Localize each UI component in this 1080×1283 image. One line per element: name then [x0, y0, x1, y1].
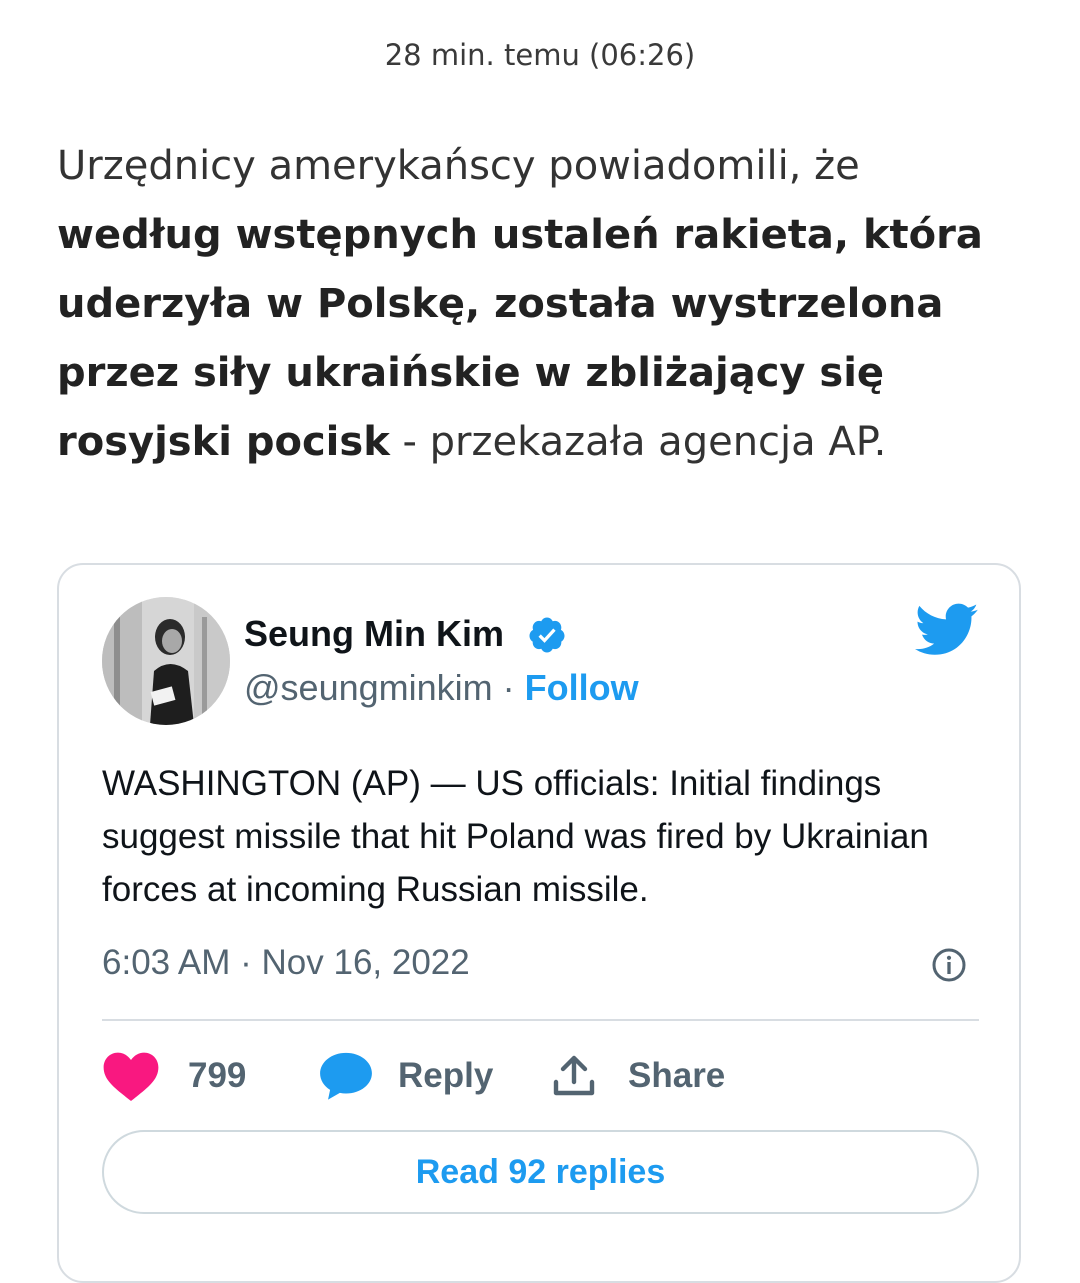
tweet-time[interactable]: 6:03 AM · Nov 16, 2022 — [102, 943, 470, 983]
tweet-actions: 799 Reply Share — [102, 1051, 982, 1101]
embedded-tweet-card[interactable]: Seung Min Kim @seungminkim · Follow WASH… — [57, 563, 1021, 1283]
read-replies-button[interactable]: Read 92 replies — [102, 1130, 979, 1214]
verified-badge-icon — [529, 617, 565, 653]
info-icon[interactable] — [931, 947, 967, 983]
share-label: Share — [628, 1056, 726, 1095]
article-text: Urzędnicy amerykańscy powiadomili, że we… — [57, 132, 1037, 477]
tweet-author-name[interactable]: Seung Min Kim — [244, 613, 504, 655]
speech-bubble-icon — [320, 1052, 372, 1100]
separator-dot: · — [492, 667, 525, 708]
article-text-outro: - przekazała agencja AP. — [389, 419, 887, 465]
tweet-handle[interactable]: @seungminkim — [244, 667, 493, 708]
heart-icon — [103, 1052, 159, 1101]
like-count: 799 — [188, 1056, 247, 1095]
divider — [102, 1019, 979, 1021]
avatar[interactable] — [102, 597, 230, 725]
share-button[interactable]: Share — [550, 1051, 725, 1101]
tweet-text: WASHINGTON (AP) — US officials: Initial … — [102, 764, 929, 909]
follow-button[interactable]: Follow — [525, 667, 639, 708]
tweet-handle-row: @seungminkim · Follow — [244, 667, 639, 709]
reply-button[interactable]: Reply — [318, 1051, 493, 1101]
post-timestamp: 28 min. temu (06:26) — [384, 38, 696, 72]
avatar-photo — [102, 597, 230, 725]
share-upload-icon — [553, 1055, 595, 1096]
twitter-bird-icon[interactable] — [915, 603, 979, 657]
reply-label: Reply — [398, 1056, 494, 1095]
article-text-intro: Urzędnicy amerykańscy powiadomili, że — [57, 143, 860, 189]
like-button[interactable]: 799 — [102, 1051, 246, 1101]
